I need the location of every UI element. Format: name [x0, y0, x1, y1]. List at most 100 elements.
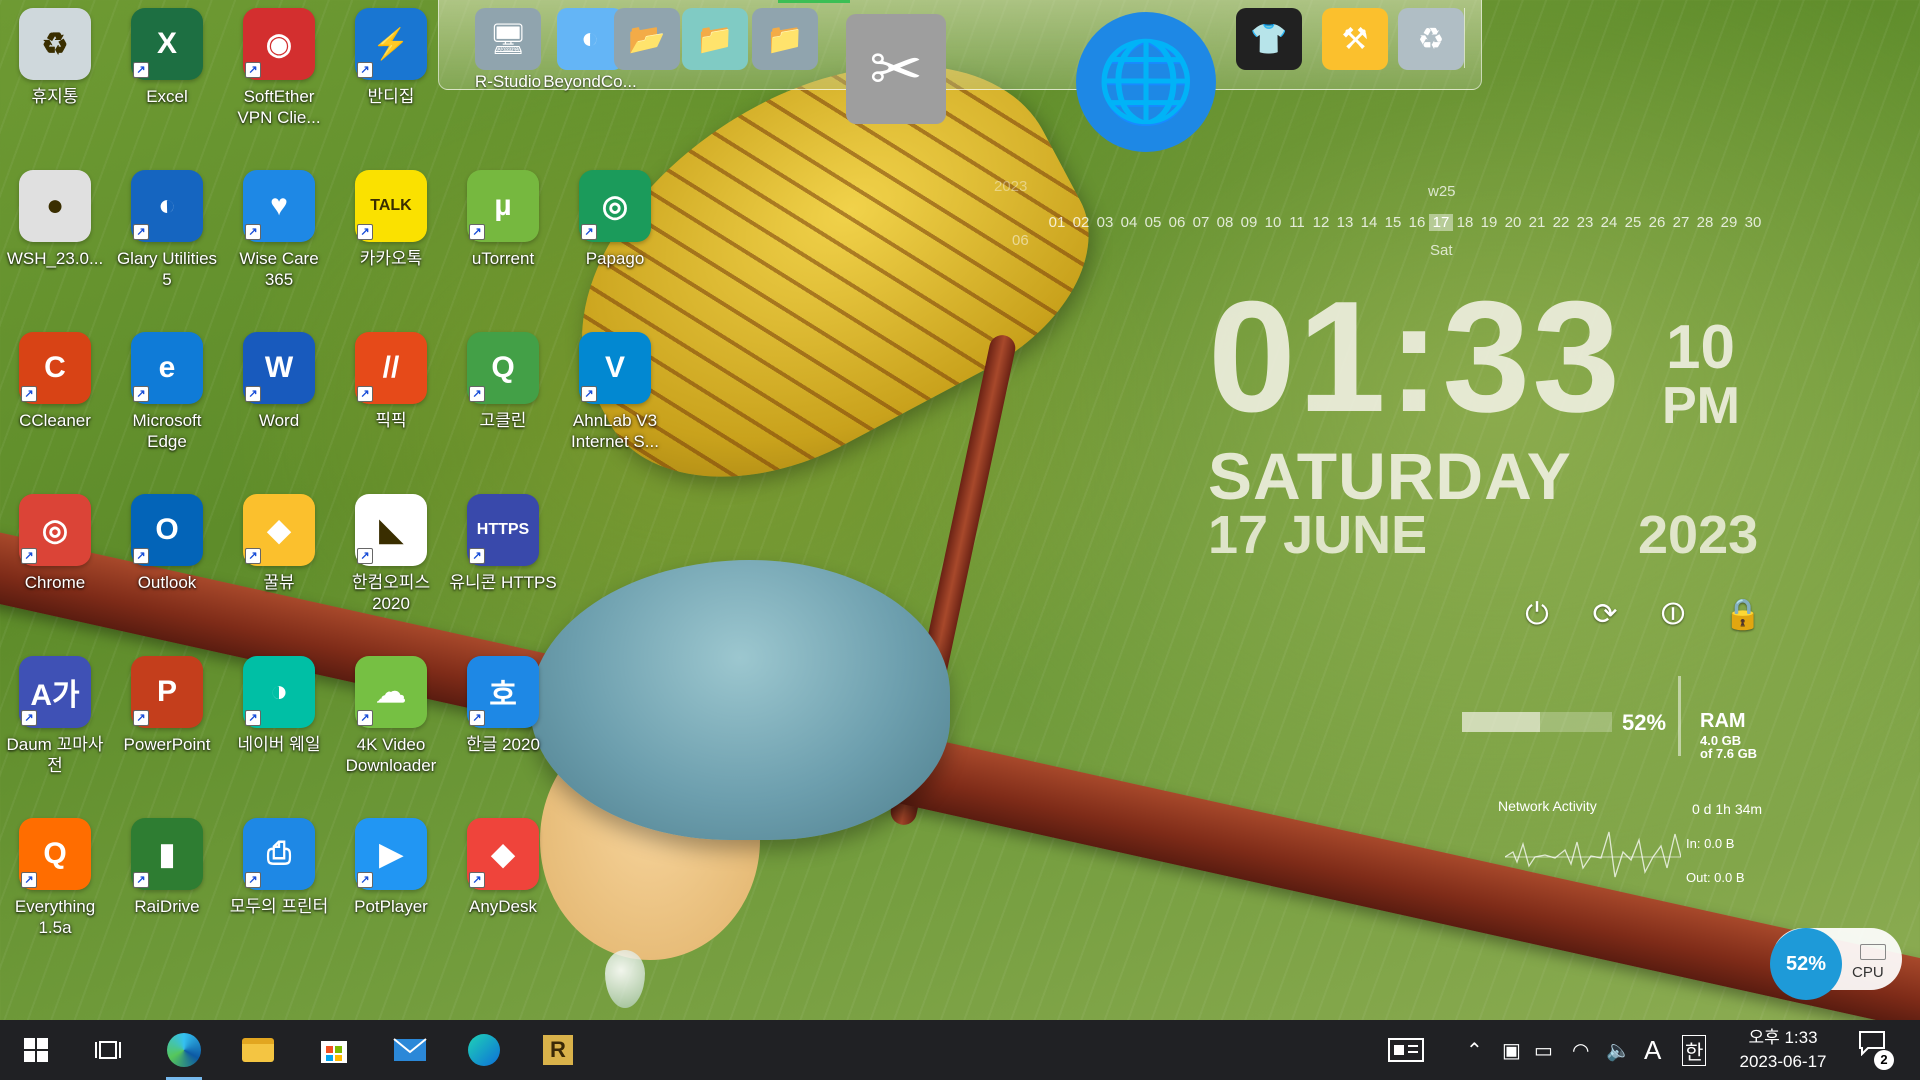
mail-icon	[393, 1038, 427, 1061]
raidrive-icon: ▮ ↗	[131, 818, 203, 890]
desktop-icon-file[interactable]: ● WSH_23.0...	[0, 170, 110, 269]
calendar-day: 30	[1744, 214, 1762, 231]
desktop-icon-honeyview[interactable]: ◆ ↗ 꿀뷰	[224, 494, 334, 593]
desktop-icon-label: AhnLab V3 Internet S...	[571, 411, 659, 451]
icon-glyph: ●	[45, 189, 65, 222]
desktop-icon-ccleaner[interactable]: C ↗ CCleaner	[0, 332, 110, 431]
network-out: Out: 0.0 B	[1686, 870, 1745, 885]
desktop-icon-wise-care[interactable]: ♥ ↗ Wise Care 365	[224, 170, 334, 290]
dock-item-globe[interactable]: 🌐	[1076, 12, 1216, 152]
desktop-icon-label: 픽픽	[375, 411, 407, 430]
desktop-icon-printer[interactable]: ⎙ ↗ 모두의 프린터	[224, 818, 334, 917]
restart-icon[interactable]: ⟳	[1588, 598, 1622, 632]
taskbar-mail[interactable]	[382, 1020, 438, 1080]
desktop-icon-recycle-bin[interactable]: ♻ 휴지통	[0, 8, 110, 107]
tray-news-icon[interactable]	[1388, 1020, 1424, 1080]
dock-item-tools[interactable]: ✂	[846, 14, 946, 124]
desktop-icon-hancom-office[interactable]: ◣ ↗ 한컴오피스 2020	[336, 494, 446, 614]
task-view-icon	[95, 1041, 121, 1059]
desktop-icon-papago[interactable]: ◎ ↗ Papago	[560, 170, 670, 269]
desktop-icon-excel[interactable]: X ↗ Excel	[112, 8, 222, 107]
desktop-icon-softether-vpn[interactable]: ◉ ↗ SoftEther VPN Clie...	[224, 8, 334, 128]
lock-icon[interactable]: 🔒	[1724, 598, 1761, 632]
desktop-icon-4k-video-downloader[interactable]: ☁ ↗ 4K Video Downloader	[336, 656, 446, 776]
desktop-icon-bandizip[interactable]: ⚡ ↗ 반디집	[336, 8, 446, 107]
taskbar-store[interactable]	[306, 1020, 362, 1080]
desktop-icon-goclean[interactable]: Q ↗ 고클린	[448, 332, 558, 431]
desktop-icon-anydesk[interactable]: ◆ ↗ AnyDesk	[448, 818, 558, 917]
edge-icon: e ↗	[131, 332, 203, 404]
desktop-icon-label: CCleaner	[19, 411, 91, 430]
desktop-icon-picpick[interactable]: // ↗ 픽픽	[336, 332, 446, 431]
icon-glyph: ◐	[157, 189, 177, 222]
news-widget-icon	[1388, 1038, 1424, 1062]
tray-overflow-chevron-icon[interactable]: ⌃	[1466, 1020, 1483, 1080]
start-button[interactable]	[8, 1020, 64, 1080]
ime-language[interactable]: 한	[1682, 1020, 1707, 1080]
dock-item-folder[interactable]: 📁	[682, 8, 748, 70]
shortcut-arrow-icon: ↗	[245, 548, 261, 564]
desktop-icon-daum-dictionary[interactable]: A가 ↗ Daum 꼬마사전	[0, 656, 110, 776]
taskbar-file-explorer[interactable]	[230, 1020, 286, 1080]
desktop-icon-glary-utilities[interactable]: ◐ ↗ Glary Utilities 5	[112, 170, 222, 290]
taskbar-r-app[interactable]: R	[530, 1020, 586, 1080]
desktop-icon-label: Word	[258, 411, 300, 430]
battery-icon[interactable]: ▭	[1534, 1020, 1553, 1080]
desktop-icon-chrome[interactable]: ◎ ↗ Chrome	[0, 494, 110, 593]
calendar-day: 13	[1336, 214, 1354, 231]
icon-glyph: //	[382, 351, 400, 384]
dock-item-folder[interactable]: 📂	[614, 8, 680, 70]
ram-bar	[1462, 712, 1612, 732]
ram-title: RAM	[1700, 710, 1746, 732]
volume-icon[interactable]: 🔈	[1606, 1020, 1631, 1080]
power-controls: ⏻ ⟳ ⏼ 🔒	[1520, 598, 1761, 632]
dock-item-tshirt[interactable]: 👕	[1232, 8, 1306, 70]
desktop-icon-unicorn-https[interactable]: HTTPS ↗ 유니콘 HTTPS	[448, 494, 558, 593]
desktop-icon-naver-whale[interactable]: ◑ ↗ 네이버 웨일	[224, 656, 334, 755]
ime-mode[interactable]: A	[1644, 1020, 1661, 1080]
power-icon[interactable]: ⏻	[1520, 598, 1554, 632]
icon-glyph: ⎙	[267, 837, 291, 870]
desktop-icon-raidrive[interactable]: ▮ ↗ RaiDrive	[112, 818, 222, 917]
desktop-icon-label: 꿀뷰	[263, 573, 295, 592]
desktop-icon-everything-search[interactable]: Q ↗ Everything 1.5a	[0, 818, 110, 938]
icon-glyph: µ	[494, 189, 512, 222]
tray-meet-icon[interactable]: ▣	[1502, 1020, 1521, 1080]
folder-icon	[242, 1038, 274, 1062]
4k-video-downloader-icon: ☁ ↗	[355, 656, 427, 728]
standby-icon[interactable]: ⏼	[1656, 598, 1690, 632]
desktop-icon-kakaotalk[interactable]: TALK ↗ 카카오톡	[336, 170, 446, 269]
desktop-icon-hangul[interactable]: 호 ↗ 한글 2020	[448, 656, 558, 755]
desktop-icon-utorrent[interactable]: µ ↗ uTorrent	[448, 170, 558, 269]
shortcut-arrow-icon: ↗	[357, 386, 373, 402]
desktop-icon-label: 4K Video Downloader	[345, 735, 437, 775]
desktop-icon-label: 고클린	[479, 411, 527, 430]
shortcut-arrow-icon: ↗	[469, 386, 485, 402]
shortcut-arrow-icon: ↗	[357, 710, 373, 726]
dock-item-hammer[interactable]: ⚒	[1318, 8, 1392, 70]
unicorn-https-icon: HTTPS ↗	[467, 494, 539, 566]
taskbar-edge[interactable]	[156, 1020, 212, 1080]
dock-item-recycle-bin[interactable]: ♻	[1398, 8, 1464, 70]
desktop-icon-edge[interactable]: e ↗ Microsoft Edge	[112, 332, 222, 452]
desktop-icon-ahnlab-v3[interactable]: V ↗ AhnLab V3 Internet S...	[560, 332, 670, 452]
anydesk-icon: ◆ ↗	[467, 818, 539, 890]
taskbar-whale[interactable]	[456, 1020, 512, 1080]
desktop-icon-powerpoint[interactable]: P ↗ PowerPoint	[112, 656, 222, 755]
shortcut-arrow-icon: ↗	[581, 224, 597, 240]
wifi-icon[interactable]: ◠	[1572, 1020, 1589, 1080]
shortcut-arrow-icon: ↗	[245, 224, 261, 240]
task-view-button[interactable]	[80, 1020, 136, 1080]
desktop-icon-potplayer[interactable]: ▶ ↗ PotPlayer	[336, 818, 446, 917]
calendar-day: 08	[1216, 214, 1234, 231]
desktop-icon-outlook[interactable]: O ↗ Outlook	[112, 494, 222, 593]
calendar-day: 20	[1504, 214, 1522, 231]
shortcut-arrow-icon: ↗	[469, 872, 485, 888]
dock-item-folder[interactable]: 📁	[752, 8, 818, 70]
network-in: In: 0.0 B	[1686, 836, 1735, 851]
desktop-icon-word[interactable]: W ↗ Word	[224, 332, 334, 431]
icon-glyph: ◆	[267, 513, 291, 547]
goclean-icon: Q ↗	[467, 332, 539, 404]
shortcut-arrow-icon: ↗	[469, 548, 485, 564]
taskbar-clock[interactable]: 오후 1:33 2023-06-17	[1728, 1026, 1838, 1074]
